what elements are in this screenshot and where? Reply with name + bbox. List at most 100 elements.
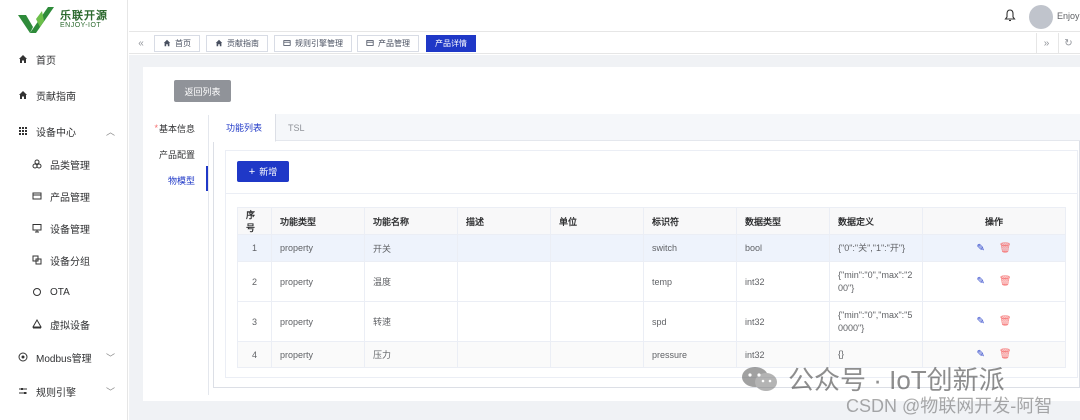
- col-header-desc: 描述: [457, 207, 551, 235]
- delete-icon[interactable]: 🗑: [999, 243, 1012, 254]
- circle-icon: [30, 287, 44, 297]
- cell-index: 2: [237, 261, 272, 302]
- sidebar-item-modbus[interactable]: Modbus管理 ﹀: [0, 340, 127, 374]
- table-row[interactable]: 3 property 转速 spd int32 {"min":"0","max"…: [237, 301, 1066, 342]
- sidebar-item-product[interactable]: 产品管理: [0, 180, 127, 212]
- sidebar-item-ota[interactable]: OTA: [0, 276, 127, 308]
- sidebar-item-device-group[interactable]: 设备分组: [0, 244, 127, 276]
- edit-icon[interactable]: ✎: [976, 276, 984, 287]
- scroll-right-icon[interactable]: »: [1036, 33, 1056, 53]
- table-row[interactable]: 1 property 开关 switch bool {"0":"关","1":"…: [237, 234, 1066, 262]
- table-header-row: 序号 功能类型 功能名称 描述 单位 标识符 数据类型 数据定义 操作: [237, 207, 1066, 235]
- home-icon: [16, 90, 30, 100]
- col-header-definition: 数据定义: [829, 207, 923, 235]
- col-header-index: 序号: [237, 207, 272, 235]
- user-name[interactable]: Enjoy: [1057, 11, 1080, 21]
- tab-rule-engine[interactable]: 规则引擎管理: [274, 35, 352, 52]
- sidebar-item-label: 品类管理: [50, 160, 90, 172]
- vtab-thing-model[interactable]: 物模型: [143, 167, 209, 193]
- vtab-label: 基本信息: [158, 123, 195, 134]
- edit-icon[interactable]: ✎: [976, 243, 984, 254]
- col-header-identifier: 标识符: [643, 207, 737, 235]
- vtab-product-config[interactable]: 产品配置: [143, 141, 209, 167]
- logo[interactable]: 乐联开源 ENJOY-IOT: [0, 0, 127, 40]
- tab-home[interactable]: 首页: [154, 35, 200, 52]
- tab-product-detail[interactable]: 产品详情: [426, 35, 476, 52]
- delete-icon[interactable]: 🗑: [999, 316, 1012, 327]
- sidebar-item-device-center[interactable]: 设备中心 ︿: [0, 114, 127, 148]
- cell-actions: ✎ 🗑: [922, 261, 1066, 302]
- sidebar-item-device[interactable]: 设备管理: [0, 212, 127, 244]
- tab-product-management[interactable]: 产品管理: [357, 35, 419, 52]
- cell-unit: [550, 261, 644, 302]
- function-table: 序号 功能类型 功能名称 描述 单位 标识符 数据类型 数据定义 操作 1 pr…: [237, 207, 1066, 368]
- home-icon: [163, 39, 171, 49]
- add-button-label: 新增: [259, 167, 278, 177]
- cell-desc: [457, 341, 551, 368]
- cell-datatype: bool: [736, 234, 830, 262]
- col-header-actions: 操作: [922, 207, 1066, 235]
- cell-name: 开关: [364, 234, 458, 262]
- sidebar-item-label: 规则引擎: [36, 387, 76, 399]
- tab-tsl[interactable]: TSL: [275, 114, 318, 141]
- list-icon: [283, 39, 291, 49]
- rule-icon: [16, 386, 30, 396]
- sidebar-item-label: 设备管理: [50, 224, 90, 236]
- cell-index: 4: [237, 341, 272, 368]
- sidebar-item-label: 首页: [36, 55, 56, 67]
- vtab-label: 物模型: [167, 175, 195, 186]
- plus-icon: +: [248, 165, 256, 178]
- delete-icon[interactable]: 🗑: [999, 276, 1012, 287]
- cell-type: property: [271, 301, 365, 342]
- sidebar-item-rule-engine[interactable]: 规则引擎 ﹀: [0, 374, 127, 408]
- tab-function-list[interactable]: 功能列表: [213, 114, 277, 142]
- back-to-list-button[interactable]: 返回列表: [174, 80, 231, 102]
- sidebar: 乐联开源 ENJOY-IOT 首页 贡献指南 设备中心 ︿ 品类管理 产品管理 …: [0, 0, 128, 420]
- scroll-left-icon[interactable]: «: [131, 33, 151, 53]
- logo-icon: [18, 7, 54, 33]
- sidebar-item-category[interactable]: 品类管理: [0, 148, 127, 180]
- cell-unit: [550, 341, 644, 368]
- cell-desc: [457, 301, 551, 342]
- category-icon: [30, 159, 44, 169]
- htab-label: 功能列表: [226, 123, 263, 133]
- tab-guide[interactable]: 贡献指南: [206, 35, 268, 52]
- cell-definition: {"min":"0","max":"50000"}: [829, 301, 923, 342]
- cell-identifier: temp: [643, 261, 737, 302]
- cell-unit: [550, 234, 644, 262]
- home-icon: [16, 54, 30, 64]
- cell-desc: [457, 261, 551, 302]
- col-header-datatype: 数据类型: [736, 207, 830, 235]
- vtab-active-indicator: [206, 166, 208, 191]
- refresh-icon[interactable]: ↻: [1058, 33, 1078, 53]
- delete-icon[interactable]: 🗑: [999, 349, 1012, 360]
- tags-view: « 首页 贡献指南 规则引擎管理 产品管理 产品详情 » ↻: [129, 33, 1080, 54]
- table-row[interactable]: 2 property 温度 temp int32 {"min":"0","max…: [237, 261, 1066, 302]
- modbus-icon: [16, 352, 30, 362]
- add-button[interactable]: + 新增: [237, 161, 289, 182]
- cell-type: property: [271, 234, 365, 262]
- edit-icon[interactable]: ✎: [976, 316, 984, 327]
- cell-actions: ✎ 🗑: [922, 234, 1066, 262]
- divider: [225, 193, 1078, 194]
- avatar[interactable]: [1029, 5, 1053, 29]
- cell-index: 3: [237, 301, 272, 342]
- col-header-unit: 单位: [550, 207, 644, 235]
- cell-type: property: [271, 341, 365, 368]
- vtab-label: 产品配置: [158, 149, 195, 160]
- sidebar-item-home[interactable]: 首页: [0, 42, 127, 76]
- brand-subtitle: ENJOY-IOT: [60, 22, 102, 30]
- edit-icon[interactable]: ✎: [976, 349, 984, 360]
- bell-icon[interactable]: [1004, 9, 1016, 22]
- cell-desc: [457, 234, 551, 262]
- sidebar-item-virtual-device[interactable]: 虚拟设备: [0, 308, 127, 340]
- brand-title: 乐联开源: [60, 10, 108, 23]
- list-icon: [366, 39, 374, 49]
- sidebar-item-guide[interactable]: 贡献指南: [0, 78, 127, 112]
- htab-label: TSL: [288, 122, 305, 133]
- cell-index: 1: [237, 234, 272, 262]
- vtab-basic-info[interactable]: * 基本信息: [143, 115, 209, 141]
- sidebar-menu: 首页 贡献指南 设备中心 ︿ 品类管理 产品管理 设备管理 设备分组 OTA 虚…: [0, 42, 127, 408]
- col-header-name: 功能名称: [364, 207, 458, 235]
- cell-name: 压力: [364, 341, 458, 368]
